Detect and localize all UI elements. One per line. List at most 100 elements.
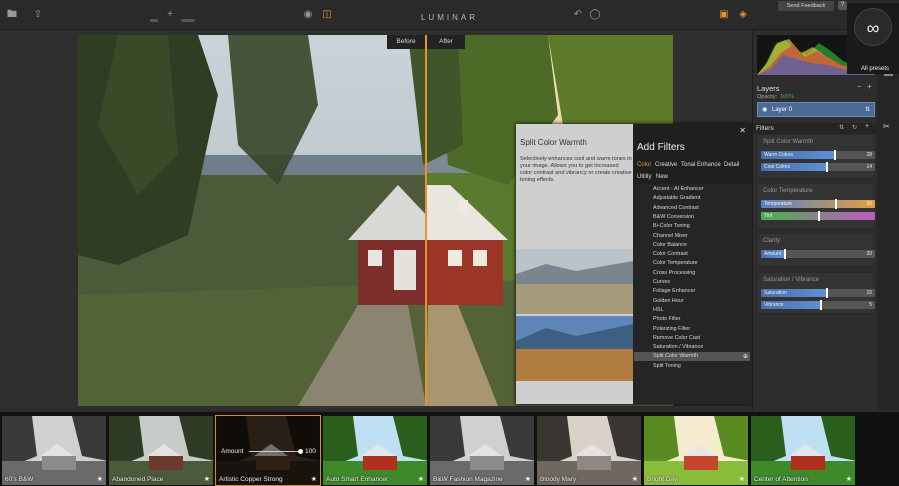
slider-value: 5 bbox=[869, 302, 872, 308]
filter-list-item[interactable]: Foliage Enhancer bbox=[653, 288, 695, 294]
filter-list-item[interactable]: Golden Hour bbox=[653, 298, 684, 304]
filter-list-item[interactable]: Color Contrast bbox=[653, 251, 688, 257]
filter-list-item[interactable]: B&W Conversion bbox=[653, 214, 694, 220]
slider-thumb[interactable] bbox=[825, 162, 828, 172]
add-filter-icon[interactable]: + bbox=[865, 123, 869, 130]
scissors-icon[interactable]: ✂ bbox=[883, 122, 890, 131]
layer-name: Layer 0 bbox=[772, 107, 793, 113]
add-layer-icon[interactable]: + bbox=[867, 82, 872, 91]
filter-group-title[interactable]: Color Temperature bbox=[763, 188, 813, 194]
add-filters-title: Add Filters bbox=[637, 142, 685, 153]
amount-slider-thumb[interactable] bbox=[298, 449, 303, 454]
all-presets-button[interactable]: ∞ All presets bbox=[847, 3, 899, 74]
filter-preview-before bbox=[516, 249, 633, 314]
reset-filters-icon[interactable]: ↻ bbox=[852, 124, 857, 131]
slider-thumb[interactable] bbox=[835, 199, 838, 209]
layers-stack-icon[interactable]: ◈ bbox=[737, 9, 749, 21]
filter-list-item[interactable]: Advanced Contrast bbox=[653, 205, 699, 211]
help-button[interactable]: ? bbox=[838, 1, 847, 10]
preset-thumbnail[interactable]: Auto Smart Enhancer ★ bbox=[322, 415, 428, 486]
preset-thumbnail[interactable]: Bloody Mary ★ bbox=[536, 415, 642, 486]
close-icon[interactable]: ✕ bbox=[739, 126, 746, 135]
tab-utility[interactable]: Utility bbox=[637, 174, 652, 180]
filter-list-item[interactable]: Cross Processing bbox=[653, 270, 695, 276]
filter-options-icon[interactable]: ⇅ bbox=[839, 124, 844, 131]
filter-slider[interactable]: Tint bbox=[761, 211, 875, 221]
tab-new[interactable]: New bbox=[656, 174, 668, 180]
filter-list-item[interactable]: Adjustable Gradient bbox=[653, 195, 700, 201]
filter-group-title[interactable]: Saturation / Vibrance bbox=[763, 277, 819, 283]
amount-label: Amount bbox=[221, 448, 244, 455]
slider-label: Amount bbox=[764, 251, 782, 257]
favorite-star-icon[interactable]: ★ bbox=[97, 475, 103, 483]
layer-settings-icon[interactable]: ⇅ bbox=[865, 106, 870, 113]
filter-list-item[interactable]: Accent - AI Enhancer bbox=[653, 186, 704, 192]
filter-group: Saturation / Vibrance Saturation 15 Vibranc… bbox=[757, 272, 875, 314]
filter-list-item[interactable]: Photo Filter bbox=[653, 316, 681, 322]
favorite-star-icon[interactable]: ★ bbox=[846, 475, 852, 483]
filter-list-item[interactable]: Bi-Color Toning bbox=[653, 223, 690, 229]
filter-slider[interactable]: Amount 20 bbox=[761, 249, 875, 259]
favorite-star-icon[interactable]: ★ bbox=[739, 475, 745, 483]
filter-list-item[interactable]: Color Temperature bbox=[653, 260, 698, 266]
filter-list-item[interactable]: Curves bbox=[653, 279, 670, 285]
favorite-star-icon[interactable]: ★ bbox=[525, 475, 531, 483]
add-filters-popover: Split Color Warmth Selectively enhances … bbox=[516, 124, 752, 404]
undo-icon[interactable]: ↶ bbox=[572, 9, 584, 21]
favorite-star-icon[interactable]: ★ bbox=[311, 475, 317, 483]
filter-group-title[interactable]: Split Color Warmth bbox=[763, 139, 813, 145]
image-icon[interactable]: ▣ bbox=[718, 9, 730, 21]
opacity-value[interactable]: 100% bbox=[780, 94, 794, 100]
slider-label: Warm Colors bbox=[764, 152, 793, 158]
slider-thumb[interactable] bbox=[825, 288, 828, 298]
preset-thumbnail[interactable]: Abandoned Place ★ bbox=[108, 415, 214, 486]
tab-detail[interactable]: Detail bbox=[724, 162, 739, 168]
filter-list-item[interactable]: HSL bbox=[653, 307, 664, 313]
filter-slider[interactable]: Temperature 30 bbox=[761, 199, 875, 209]
all-presets-label: All presets bbox=[861, 66, 890, 72]
filter-slider[interactable]: Warm Colors 28 bbox=[761, 150, 875, 160]
slider-thumb[interactable] bbox=[820, 300, 823, 310]
remove-layer-icon[interactable]: − bbox=[857, 82, 862, 91]
add-filter-plus-icon[interactable]: ⊕ bbox=[743, 353, 748, 360]
eye-visibility-icon[interactable]: ◉ bbox=[762, 106, 767, 113]
slider-value: 20 bbox=[866, 251, 872, 257]
app-brand: LUMINAR bbox=[420, 13, 478, 22]
filter-info-title: Split Color Warmth bbox=[520, 138, 587, 147]
preset-thumbnail[interactable]: Amount 100 Artistic Copper Strong ★ bbox=[215, 415, 321, 486]
favorite-star-icon[interactable]: ★ bbox=[632, 475, 638, 483]
filter-group-title[interactable]: Clarity bbox=[763, 238, 780, 244]
layer-row[interactable]: ◉ Layer 0 ⇅ bbox=[757, 102, 875, 117]
filter-list-item[interactable]: Color Balance bbox=[653, 242, 687, 248]
preset-thumbnail[interactable]: 60's B&W ★ bbox=[1, 415, 107, 486]
preset-name: Artistic Copper Strong bbox=[219, 476, 283, 483]
before-tab[interactable]: Before bbox=[387, 35, 425, 49]
filters-title: Filters bbox=[753, 123, 878, 134]
filter-slider[interactable]: Cool Colors 14 bbox=[761, 162, 875, 172]
filter-list-item[interactable]: Remove Color Cast bbox=[653, 335, 700, 341]
filter-group: Clarity Amount 20 bbox=[757, 233, 875, 267]
filter-slider[interactable]: Vibrance 5 bbox=[761, 300, 875, 310]
filter-list-item[interactable]: Split Toning bbox=[653, 363, 681, 369]
filter-slider[interactable]: Saturation 15 bbox=[761, 288, 875, 298]
slider-thumb[interactable] bbox=[783, 249, 786, 259]
filter-list-item[interactable]: Polarizing Filter bbox=[653, 326, 690, 332]
filter-list-item[interactable]: Saturation / Vibrance bbox=[653, 344, 703, 350]
history-icon[interactable]: ◯ bbox=[589, 9, 601, 21]
filter-list-item[interactable]: Channel Mixer bbox=[653, 233, 688, 239]
tab-tonal-enhance[interactable]: Tonal Enhance bbox=[681, 162, 721, 168]
favorite-star-icon[interactable]: ★ bbox=[418, 475, 424, 483]
filter-list: Accent - AI Enhancer Adjustable Gradient A… bbox=[633, 184, 752, 404]
tab-creative[interactable]: Creative bbox=[655, 162, 677, 168]
favorite-star-icon[interactable]: ★ bbox=[204, 475, 210, 483]
preset-thumbnail[interactable]: B&W Fashion Magazine ★ bbox=[429, 415, 535, 486]
send-feedback-button[interactable]: Send Feedback bbox=[778, 1, 834, 11]
preset-thumbnail[interactable]: Bright Day ★ bbox=[643, 415, 749, 486]
amount-slider[interactable] bbox=[249, 449, 303, 454]
after-tab[interactable]: After bbox=[427, 35, 465, 49]
filter-list-item[interactable]: Split Color Warmth bbox=[653, 353, 698, 359]
slider-thumb[interactable] bbox=[818, 211, 820, 221]
tab-color[interactable]: Color bbox=[637, 162, 651, 168]
slider-thumb[interactable] bbox=[833, 150, 836, 160]
preset-thumbnail[interactable]: Center of Attention ★ bbox=[750, 415, 856, 486]
